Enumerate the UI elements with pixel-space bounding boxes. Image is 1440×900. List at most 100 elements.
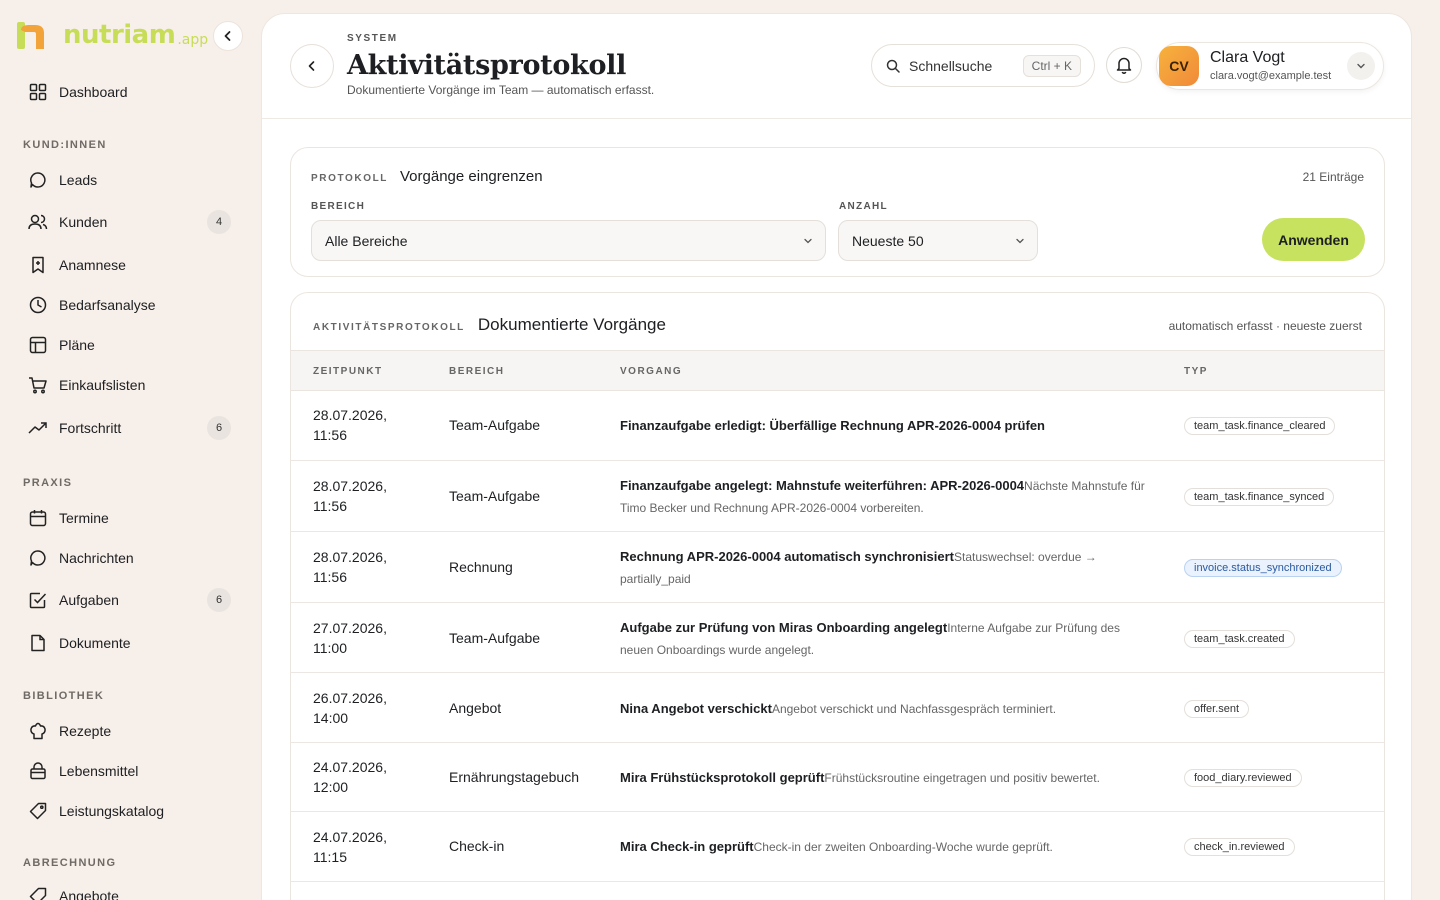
- table-row[interactable]: 28.07.2026, 11:56 Team-Aufgabe Finanzaufg…: [291, 391, 1384, 461]
- chevron-left-icon: [308, 61, 315, 71]
- search-shortcut: Ctrl + K: [1022, 55, 1081, 77]
- row-time: 11:00: [313, 640, 347, 656]
- sidebar-item-dokumente[interactable]: Dokumente: [23, 625, 238, 661]
- column-header-vorgang[interactable]: VORGANG: [620, 366, 682, 377]
- area-label: BEREICH: [311, 201, 366, 212]
- sidebar-item-label: Anamnese: [59, 257, 126, 273]
- brand-suffix: .app: [177, 31, 209, 48]
- sidebar-item-aufgaben[interactable]: Aufgaben 6: [23, 582, 238, 618]
- sidebar-item-label: Bedarfsanalyse: [59, 297, 156, 313]
- row-time: 11:56: [313, 427, 347, 443]
- sidebar-item-anamnese[interactable]: Anamnese: [23, 247, 238, 283]
- row-area: Ernährungstagebuch: [449, 769, 579, 785]
- filter-eyebrow: PROTOKOLL: [311, 173, 388, 184]
- sidebar-item-einkaufslisten[interactable]: Einkaufslisten: [23, 367, 238, 403]
- sidebar-item-termine[interactable]: Termine: [23, 500, 238, 536]
- page-header: SYSTEM Aktivitätsprotokoll Dokumentierte…: [262, 14, 1411, 119]
- row-area: Check-in: [449, 838, 505, 854]
- table-row[interactable]: 24.07.2026, 11:15 Check-in Mira Check-in …: [291, 812, 1384, 882]
- cart-icon: [27, 374, 49, 396]
- row-description: Finanzaufgabe erledigt: Überfällige Rech…: [620, 415, 1150, 437]
- row-description: Aufgabe zur Prüfung von Miras Onboarding…: [620, 617, 1150, 661]
- quick-search[interactable]: Schnellsuche Ctrl + K: [871, 44, 1095, 87]
- back-button[interactable]: [290, 44, 334, 88]
- brand-word: nutriam: [63, 20, 176, 50]
- chef-hat-icon: [27, 720, 49, 742]
- row-description: Nina Angebot verschicktAngebot verschick…: [620, 698, 1150, 720]
- table-row[interactable]: 28.07.2026, 11:56 Rechnung Rechnung APR-2…: [291, 532, 1384, 603]
- table-eyebrow: AKTIVITÄTSPROTOKOLL: [313, 322, 465, 333]
- row-detail: Check-in der zweiten Onboarding-Woche wu…: [753, 840, 1053, 854]
- table-icon: [27, 334, 49, 356]
- sidebar-item-leads[interactable]: Leads: [23, 162, 238, 198]
- row-detail: Angebot verschickt und Nachfassgespräch …: [771, 702, 1057, 716]
- count-badge: 6: [207, 588, 231, 612]
- row-area: Rechnung: [449, 559, 513, 575]
- sidebar-item-nachrichten[interactable]: Nachrichten: [23, 540, 238, 576]
- bell-icon: [1116, 57, 1132, 74]
- sidebar-item-angebote[interactable]: Angebote: [23, 878, 238, 900]
- amount-label: ANZAHL: [839, 201, 888, 212]
- sidebar-item-label: Angebote: [59, 888, 119, 900]
- row-description: Finanzaufgabe angelegt: Mahnstufe weiter…: [620, 475, 1150, 519]
- column-header-bereich[interactable]: BEREICH: [449, 366, 505, 377]
- sidebar-item-label: Aufgaben: [59, 592, 119, 608]
- sidebar-item-lebensmittel[interactable]: Lebensmittel: [23, 753, 238, 789]
- count-badge: 4: [207, 210, 231, 234]
- search-icon: [886, 59, 900, 73]
- breadcrumb: SYSTEM: [347, 33, 398, 44]
- brand-logo[interactable]: nutriam .app: [17, 20, 208, 50]
- table-row[interactable]: 26.07.2026, 14:00 Angebot Nina Angebot ve…: [291, 673, 1384, 743]
- collapse-sidebar-button[interactable]: [213, 21, 243, 51]
- table-row[interactable]: 24.07.2026, 12:00 Ernährungstagebuch Mira…: [291, 743, 1384, 812]
- bookmark-plus-icon: [27, 254, 49, 276]
- document-icon: [27, 632, 49, 654]
- sidebar-item-bedarfsanalyse[interactable]: Bedarfsanalyse: [23, 287, 238, 323]
- sidebar-item-leistungskatalog[interactable]: Leistungskatalog: [23, 793, 238, 829]
- area-select[interactable]: Alle Bereiche: [311, 220, 826, 261]
- notifications-button[interactable]: [1106, 47, 1142, 83]
- user-email: clara.vogt@example.test: [1210, 70, 1332, 82]
- column-header-typ[interactable]: TYP: [1184, 366, 1208, 377]
- row-type-tag: team_task.finance_cleared: [1184, 417, 1336, 435]
- row-title: Mira Check-in geprüft: [620, 839, 754, 854]
- sidebar-item-label: Nachrichten: [59, 550, 134, 566]
- section-label-praxis: PRAXIS: [23, 477, 73, 489]
- row-time: 14:00: [313, 710, 349, 726]
- filter-card: PROTOKOLL Vorgänge eingrenzen 21 Einträg…: [290, 147, 1385, 277]
- table-note: automatisch erfasst · neueste zuerst: [1168, 319, 1362, 333]
- row-timestamp: 26.07.2026, 14:00: [313, 688, 413, 728]
- row-description: Mira Check-in geprüftCheck-in der zweite…: [620, 836, 1150, 858]
- amount-select[interactable]: Neueste 50: [838, 220, 1038, 261]
- user-menu[interactable]: CV Clara Vogt clara.vogt@example.test: [1156, 42, 1384, 90]
- table-row[interactable]: 27.07.2026, 11:00 Team-Aufgabe Aufgabe zu…: [291, 603, 1384, 673]
- sidebar-item-kunden[interactable]: Kunden 4: [23, 204, 238, 240]
- chevron-down-icon: [803, 236, 813, 246]
- row-type-tag: team_task.finance_synced: [1184, 488, 1335, 506]
- column-header-zeitpunkt[interactable]: ZEITPUNKT: [313, 366, 383, 377]
- amount-select-value: Neueste 50: [852, 232, 924, 249]
- row-type-tag: invoice.status_synchronized: [1184, 559, 1342, 577]
- chevron-left-icon: [224, 31, 231, 41]
- chevron-down-icon[interactable]: [1347, 52, 1375, 80]
- row-title: Finanzaufgabe erledigt: Überfällige Rech…: [620, 418, 1045, 433]
- filter-title: Vorgänge eingrenzen: [400, 168, 543, 185]
- checkbox-icon: [27, 589, 49, 611]
- row-time: 11:56: [313, 569, 347, 585]
- sidebar-item-rezepte[interactable]: Rezepte: [23, 713, 238, 749]
- sidebar-item-label: Lebensmittel: [59, 763, 139, 779]
- sidebar-item-label: Einkaufslisten: [59, 377, 146, 393]
- row-detail: Frühstücksroutine eingetragen und positi…: [824, 771, 1100, 785]
- table-title: Dokumentierte Vorgänge: [477, 315, 666, 334]
- row-date: 27.07.2026,: [313, 620, 387, 636]
- table-row[interactable]: 28.07.2026, 11:56 Team-Aufgabe Finanzaufg…: [291, 461, 1384, 532]
- row-date: 24.07.2026,: [313, 829, 387, 845]
- sidebar-item-fortschritt[interactable]: Fortschritt 6: [23, 410, 238, 446]
- row-title: Finanzaufgabe angelegt: Mahnstufe weiter…: [620, 478, 1025, 493]
- apply-button[interactable]: Anwenden: [1262, 218, 1365, 261]
- row-timestamp: 28.07.2026, 11:56: [313, 476, 413, 516]
- sidebar-item-plaene[interactable]: Pläne: [23, 327, 238, 363]
- row-timestamp: 28.07.2026, 11:56: [313, 547, 413, 587]
- main-panel: SYSTEM Aktivitätsprotokoll Dokumentierte…: [261, 13, 1412, 900]
- sidebar-item-dashboard[interactable]: Dashboard: [23, 74, 238, 110]
